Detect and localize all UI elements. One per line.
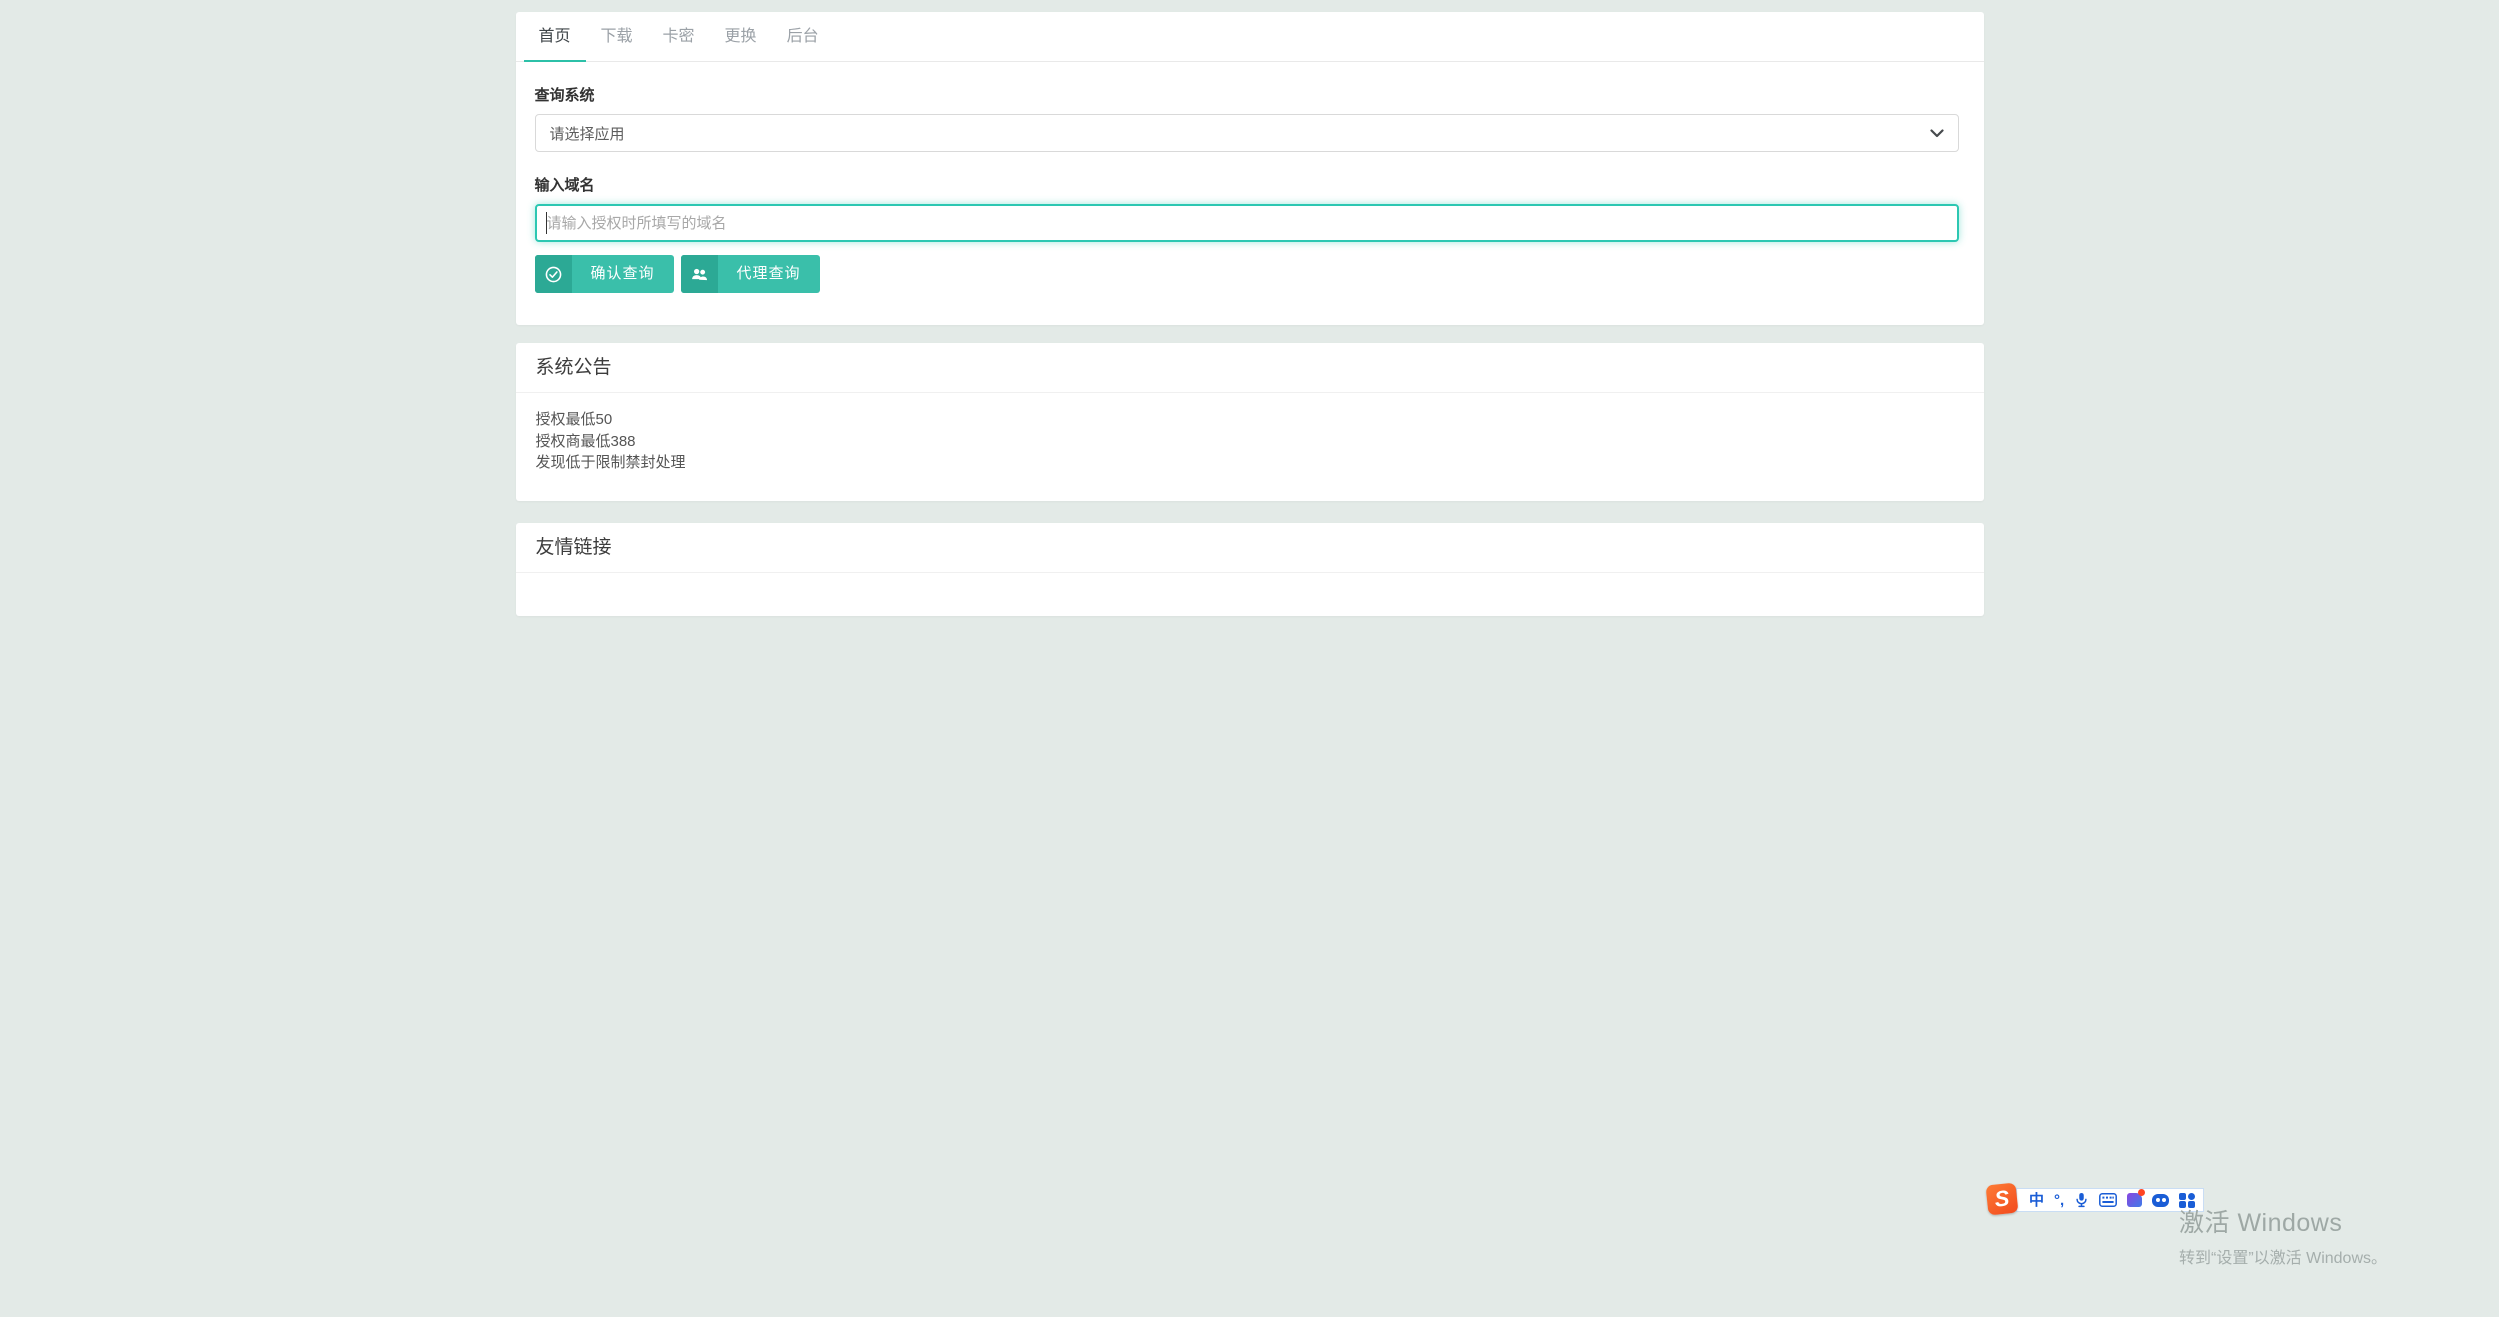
watermark-subtitle: 转到“设置”以激活 Windows。 — [2179, 1250, 2388, 1267]
tab-home[interactable]: 首页 — [523, 12, 586, 62]
tab-replace[interactable]: 更换 — [710, 12, 772, 61]
query-form: 查询系统 请选择应用 输入域名 请输入授权时所填写的域名 确认查询 代理查询 — [516, 62, 1984, 325]
text-caret — [545, 212, 547, 234]
confirm-query-button[interactable]: 确认查询 — [534, 255, 674, 293]
watermark-title: 激活 Windows — [2179, 1209, 2343, 1237]
sogou-logo-icon[interactable]: S — [1985, 1182, 2019, 1216]
keyboard-icon[interactable] — [2099, 1193, 2118, 1207]
smart-assistant-icon[interactable] — [2152, 1193, 2170, 1207]
tab-card-key[interactable]: 卡密 — [648, 12, 710, 61]
announcement-body: 授权最低50 授权商最低388 发现低于限制禁封处理 — [516, 393, 1984, 500]
friend-links-body — [516, 573, 1984, 616]
ime-punctuation-icon[interactable]: °, — [2054, 1193, 2064, 1208]
domain-input-wrap — [534, 204, 1959, 242]
announcement-title: 系统公告 — [515, 343, 1984, 393]
check-circle-icon — [534, 255, 572, 293]
app-select-value: 请选择应用 — [549, 125, 625, 143]
app-select[interactable]: 请选择应用 — [534, 114, 1959, 152]
friend-links-card: 友情链接 — [515, 523, 1984, 616]
skin-icon[interactable] — [2127, 1189, 2146, 1207]
announcement-line: 发现低于限制禁封处理 — [535, 454, 686, 471]
announcement-line: 授权商最低388 — [535, 432, 636, 450]
page-column: 首页 下载 卡密 更换 后台 查询系统 请选择应用 输入域名 请输入授权时所填写… — [515, 0, 1984, 616]
system-select-label: 查询系统 — [534, 87, 595, 104]
tab-admin[interactable]: 后台 — [772, 12, 834, 61]
ime-language-mode-icon[interactable]: 中 — [2029, 1193, 2044, 1208]
query-card: 首页 下载 卡密 更换 后台 查询系统 请选择应用 输入域名 请输入授权时所填写… — [515, 12, 1984, 325]
users-icon — [680, 255, 718, 293]
button-row: 确认查询 代理查询 — [534, 255, 1959, 293]
agent-query-label: 代理查询 — [736, 265, 801, 282]
domain-input[interactable] — [536, 206, 1957, 240]
announcement-card: 系统公告 授权最低50 授权商最低388 发现低于限制禁封处理 — [515, 343, 1984, 501]
microphone-icon[interactable] — [2074, 1192, 2089, 1208]
windows-activation-watermark: 激活 Windows 转到“设置”以激活 Windows。 — [2179, 1203, 2387, 1268]
tab-download[interactable]: 下载 — [586, 12, 648, 61]
announcement-line: 授权最低50 — [535, 411, 613, 428]
nav-tabs: 首页 下载 卡密 更换 后台 — [515, 12, 1984, 62]
chevron-down-icon — [1929, 128, 1944, 138]
confirm-query-label: 确认查询 — [590, 265, 655, 282]
agent-query-button[interactable]: 代理查询 — [680, 255, 820, 293]
domain-input-label: 输入域名 — [534, 177, 595, 194]
friend-links-title: 友情链接 — [515, 523, 1984, 573]
